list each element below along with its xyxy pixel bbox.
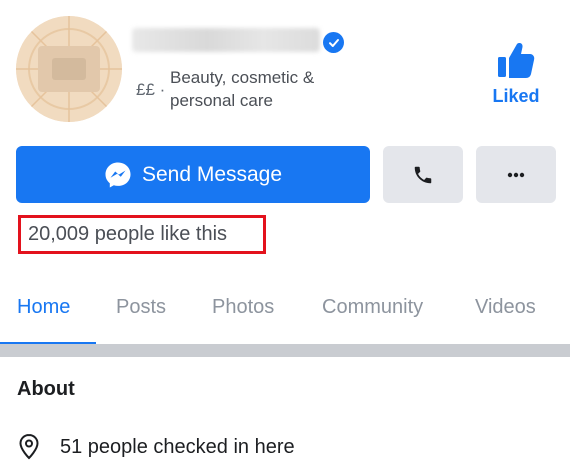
page-name-redacted: [132, 28, 320, 52]
avatar-image: [16, 16, 122, 122]
verified-badge-icon: [323, 32, 344, 53]
liked-button[interactable]: Liked: [486, 40, 546, 107]
checkins-text: 51 people checked in here: [60, 435, 295, 458]
send-message-label: Send Message: [141, 162, 283, 186]
send-message-button[interactable]: Send Message: [16, 146, 370, 203]
tab-photos[interactable]: Photos: [212, 296, 274, 319]
page-avatar[interactable]: [16, 16, 122, 122]
page-root: ££ · Beauty, cosmetic & personal care Li…: [0, 0, 570, 473]
more-options-button[interactable]: [476, 146, 556, 203]
tab-community[interactable]: Community: [322, 296, 423, 319]
section-divider: [0, 344, 570, 357]
price-range: ££ ·: [136, 80, 166, 99]
tab-videos[interactable]: Videos: [475, 296, 536, 319]
checkins-row: 51 people checked in here: [18, 433, 295, 461]
phone-icon: [414, 166, 432, 183]
location-pin-icon: [19, 433, 39, 460]
call-button[interactable]: [383, 146, 463, 203]
more-dots-icon: [507, 172, 525, 177]
page-category: Beauty, cosmetic & personal care: [170, 68, 315, 110]
tab-home[interactable]: Home: [17, 296, 70, 319]
liked-label: Liked: [492, 86, 540, 106]
messenger-icon: [105, 162, 131, 187]
likes-count: 20,009 people like this: [18, 215, 266, 254]
about-heading: About: [17, 378, 75, 400]
tab-posts[interactable]: Posts: [116, 296, 166, 319]
page-tabs: Home Posts Photos Community Videos: [0, 284, 570, 345]
thumbs-up-icon: [498, 43, 535, 78]
